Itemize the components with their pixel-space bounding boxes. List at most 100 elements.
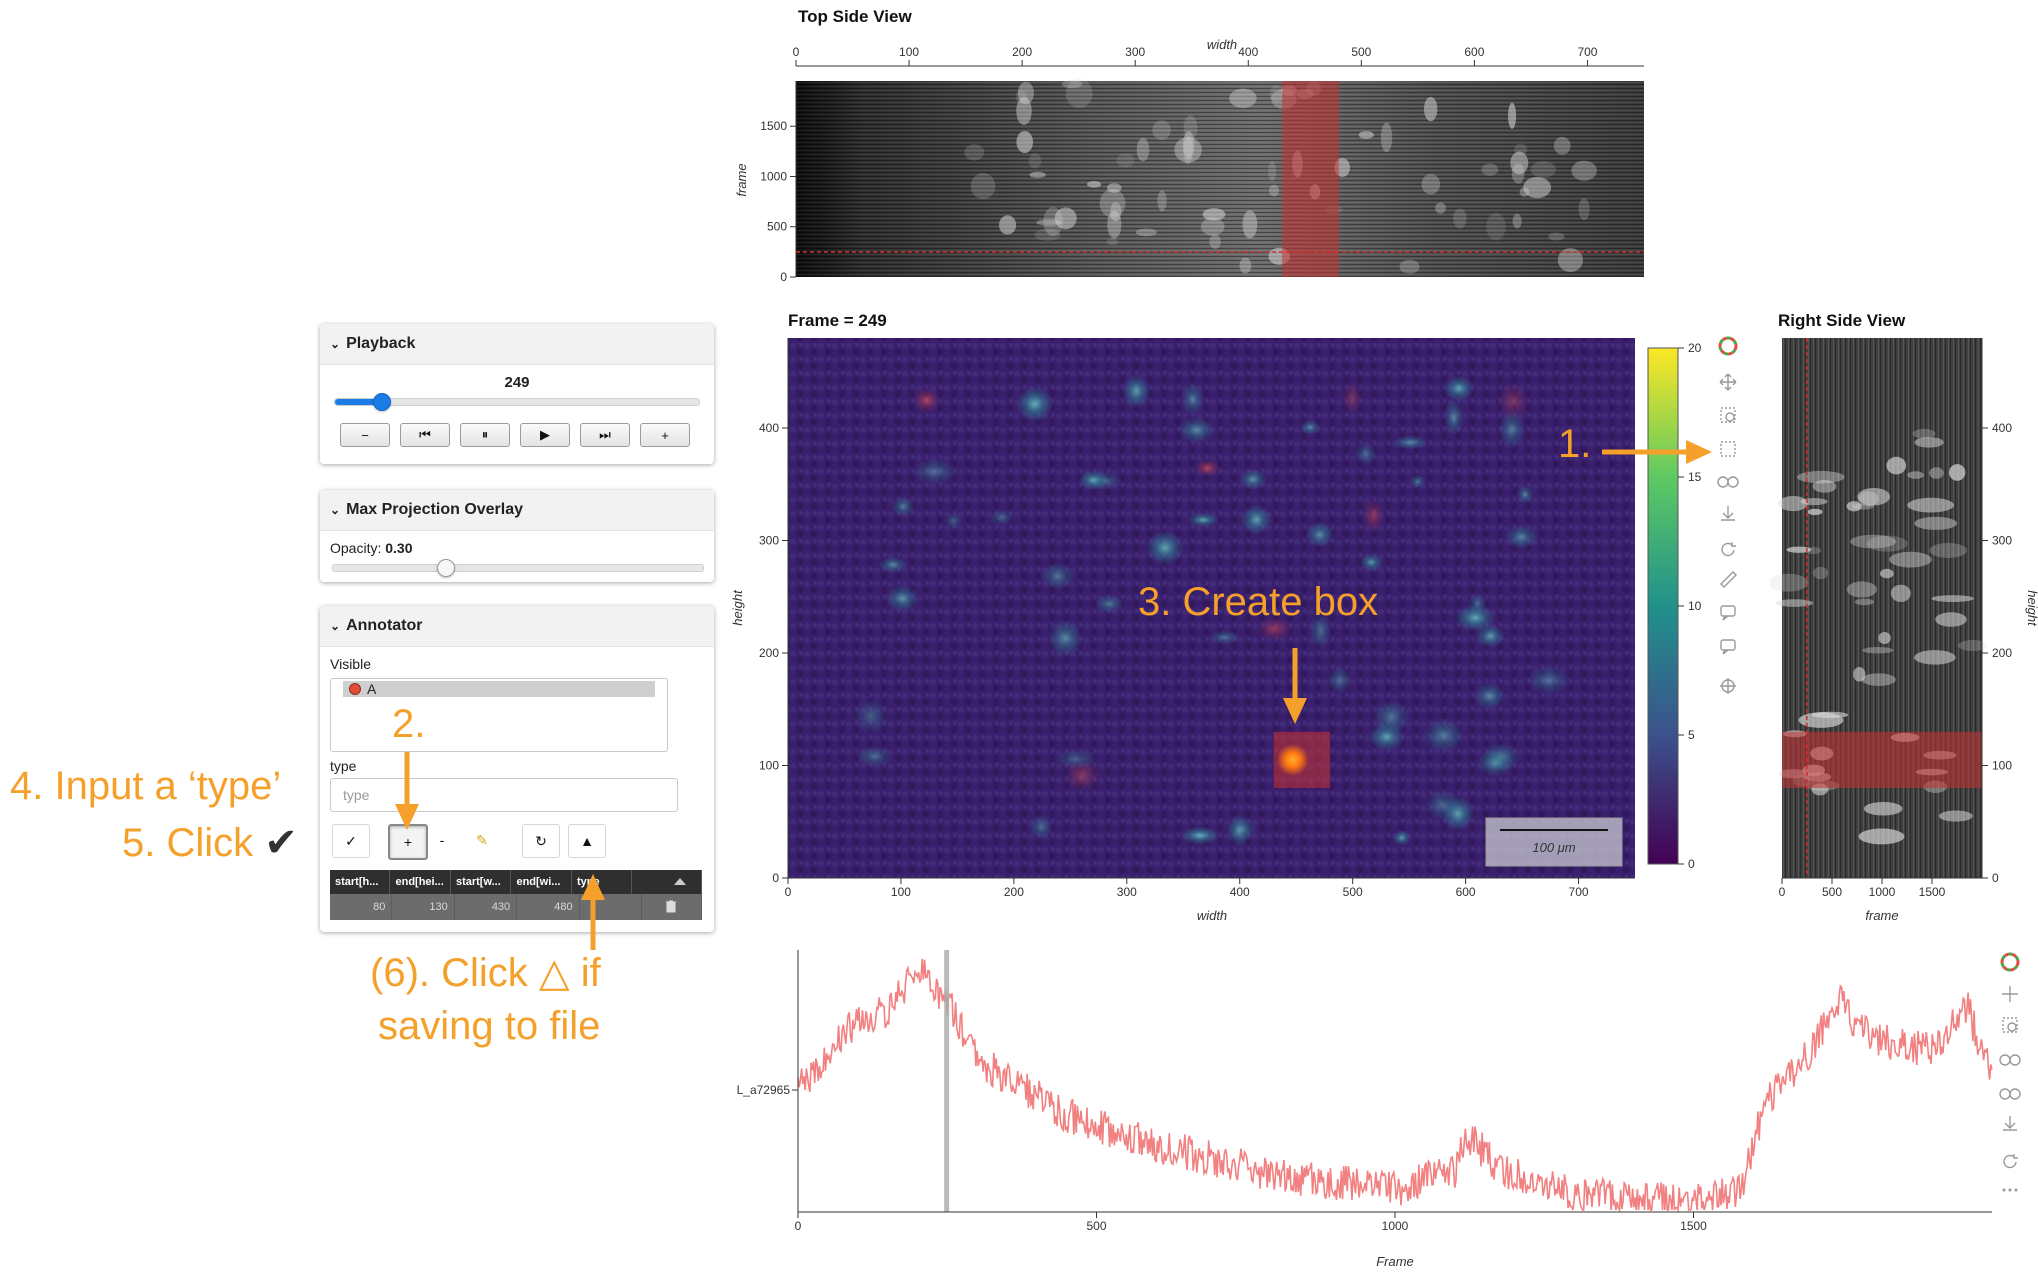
x-tick-label: 300 xyxy=(1117,885,1137,899)
x-tick-label: 100 xyxy=(899,45,919,59)
y-tick-label: 1500 xyxy=(760,119,787,133)
box-select-icon[interactable] xyxy=(1720,441,1736,457)
y-tick-label: 200 xyxy=(1992,646,2012,660)
more-icon[interactable] xyxy=(2002,1188,2018,1192)
save-icon[interactable] xyxy=(2003,1116,2017,1131)
visible-item-label: A xyxy=(367,681,377,697)
hover-icon[interactable] xyxy=(1720,605,1736,621)
cell-start-height[interactable]: 80 xyxy=(330,894,393,920)
step-forward-button[interactable]: + xyxy=(640,423,690,447)
pan-icon[interactable] xyxy=(1719,373,1737,391)
remove-annotation-button[interactable]: - xyxy=(424,824,460,856)
colorbar-tick-label: 0 xyxy=(1688,857,1695,871)
x-tick-label: 1500 xyxy=(1919,885,1946,899)
box-zoom-icon[interactable] xyxy=(1720,407,1736,423)
top-view-ylabel: frame xyxy=(734,163,749,196)
step5-text: 5. Click xyxy=(122,821,254,865)
y-tick-label: 200 xyxy=(759,646,779,660)
first-frame-button[interactable]: ⏮ xyxy=(400,423,450,447)
upload-button[interactable]: ▲ xyxy=(568,824,606,858)
step3-annotation: 3. Create box xyxy=(1138,580,1379,624)
caret-up-icon[interactable] xyxy=(632,870,702,894)
chevron-down-icon: ⌄ xyxy=(330,337,341,351)
column-end-height[interactable]: end[hei... xyxy=(390,870,451,894)
wheel-zoom-icon[interactable] xyxy=(1717,476,1739,488)
bokeh-logo-icon[interactable] xyxy=(1718,336,1738,356)
y-tick-label: 300 xyxy=(1992,534,2012,548)
edit-pencil-button[interactable]: ✎ xyxy=(464,824,500,856)
column-start-height[interactable]: start[h... xyxy=(330,870,391,894)
cell-end-width[interactable]: 480 xyxy=(517,894,580,920)
step-back-button[interactable]: − xyxy=(340,423,390,447)
undo-button[interactable]: ↻ xyxy=(522,824,560,858)
x-tick-label: 600 xyxy=(1456,885,1476,899)
visible-item-a[interactable]: A xyxy=(343,681,655,697)
annotation-table-header: start[h... end[hei... start[w... end[wi.… xyxy=(330,870,702,894)
playback-header[interactable]: ⌄ Playback xyxy=(320,324,714,365)
reset-icon[interactable] xyxy=(1721,542,1736,557)
play-button[interactable]: ▶ xyxy=(520,423,570,447)
column-end-width[interactable]: end[wi... xyxy=(511,870,572,894)
crosshair-icon[interactable] xyxy=(1720,678,1736,694)
playback-title: Playback xyxy=(346,335,416,352)
chevron-down-icon: ⌄ xyxy=(330,619,341,633)
cell-start-width[interactable]: 430 xyxy=(455,894,518,920)
pan-icon[interactable] xyxy=(2002,986,2018,1002)
type-label: type xyxy=(330,758,357,774)
step1-arrow-icon xyxy=(1602,440,1712,464)
overlay-header[interactable]: ⌄ Max Projection Overlay xyxy=(320,490,714,531)
y-tick-label: 0 xyxy=(772,871,779,885)
trash-icon[interactable] xyxy=(642,894,703,920)
right-view-image[interactable] xyxy=(1782,338,1982,878)
bokeh-logo-icon[interactable] xyxy=(2000,952,2020,972)
step6-arrow-icon xyxy=(581,874,605,950)
trace-plot-area[interactable] xyxy=(798,950,1992,1212)
save-icon[interactable] xyxy=(1721,506,1735,521)
trace-ylabel: L_a72965 xyxy=(737,1083,791,1097)
overlay-panel: ⌄ Max Projection Overlay Opacity: 0.30 xyxy=(320,490,714,582)
last-frame-button[interactable]: ⏭ xyxy=(580,423,630,447)
playback-slider-handle[interactable] xyxy=(372,393,391,411)
pause-button[interactable]: ⏸ xyxy=(460,423,510,447)
top-view-xlabel: width xyxy=(1207,37,1237,52)
visible-list[interactable]: A xyxy=(330,678,668,752)
confirm-button[interactable]: ✓ xyxy=(332,824,370,858)
wheel-zoom-icon[interactable] xyxy=(1999,1054,2021,1066)
box-zoom-icon[interactable] xyxy=(2002,1017,2018,1033)
opacity-value: 0.30 xyxy=(385,540,413,556)
opacity-slider-handle[interactable] xyxy=(437,559,455,577)
wheel-zoom-icon-2[interactable] xyxy=(1999,1088,2021,1100)
ruler-icon[interactable] xyxy=(1720,571,1737,588)
x-tick-label: 1000 xyxy=(1382,1219,1409,1233)
annotator-title: Annotator xyxy=(346,617,423,634)
opacity-label-text: Opacity: xyxy=(330,540,382,556)
step6-annotation-line2: saving to file xyxy=(378,1004,601,1048)
y-tick-label: 0 xyxy=(1992,871,1999,885)
cell-end-height[interactable]: 130 xyxy=(392,894,455,920)
annotator-header[interactable]: ⌄ Annotator xyxy=(320,606,714,647)
column-start-width[interactable]: start[w... xyxy=(451,870,512,894)
hover-icon-2[interactable] xyxy=(1720,639,1736,655)
playback-slider[interactable] xyxy=(334,393,700,411)
top-view-title: Top Side View xyxy=(798,7,912,26)
reset-icon[interactable] xyxy=(2003,1154,2018,1169)
frame-view-ylabel: height xyxy=(730,589,745,626)
trace-plot: L_a72965 0 500 1000 1500 Frame xyxy=(737,950,1993,1269)
x-tick-label: 600 xyxy=(1464,45,1484,59)
opacity-slider[interactable] xyxy=(332,559,704,577)
x-tick-label: 1500 xyxy=(1680,1219,1707,1233)
top-view-highlight xyxy=(1282,81,1339,277)
playback-frame-value: 249 xyxy=(504,374,530,391)
y-tick-label: 1000 xyxy=(760,169,787,183)
x-tick-label: 500 xyxy=(1822,885,1842,899)
y-tick-label: 300 xyxy=(759,534,779,548)
trace-xlabel: Frame xyxy=(1376,1254,1414,1269)
x-tick-label: 0 xyxy=(1779,885,1786,899)
right-view-title: Right Side View xyxy=(1778,311,1906,330)
playback-panel: ⌄ Playback 249 − ⏮ ⏸ ▶ ⏭ + xyxy=(320,324,714,464)
x-tick-label: 500 xyxy=(1351,45,1371,59)
annotator-panel: ⌄ Annotator Visible A type ✓ + - ✎ ↻ ▲ s… xyxy=(320,606,714,932)
table-row[interactable]: 80 130 430 480 xyxy=(330,894,703,920)
type-input[interactable] xyxy=(330,778,678,812)
frame-view-title: Frame = 249 xyxy=(788,311,887,330)
